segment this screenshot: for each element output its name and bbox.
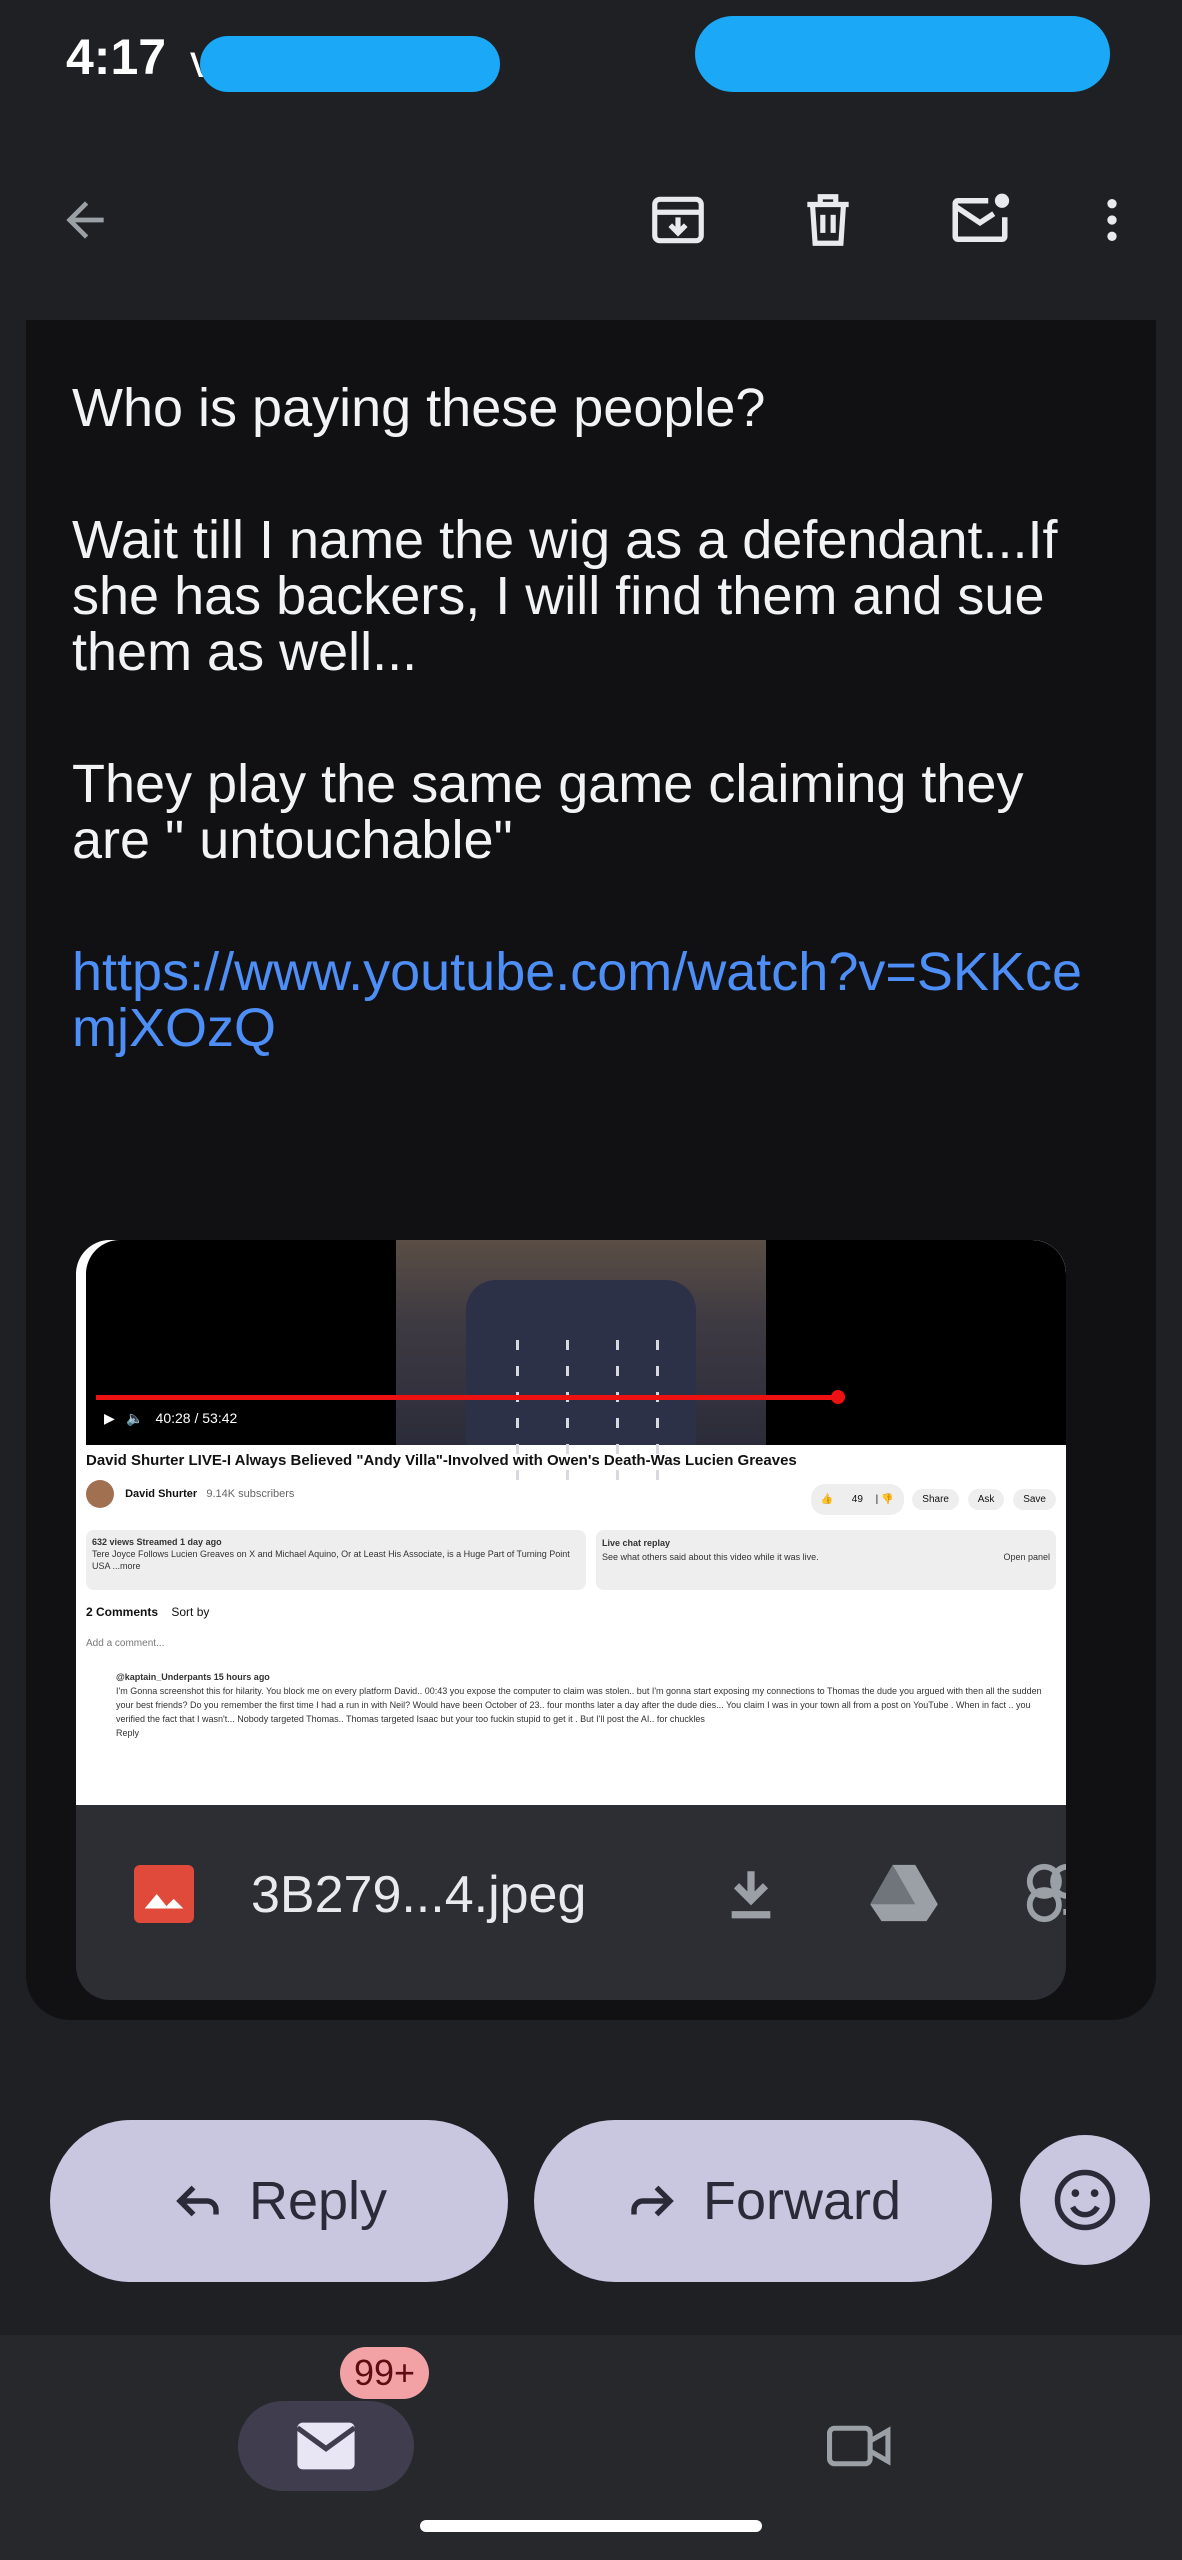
more-options-button[interactable]	[1052, 160, 1172, 280]
archive-button[interactable]	[618, 160, 738, 280]
download-button[interactable]	[711, 1853, 791, 1933]
message-paragraph: They play the same game claiming they ar…	[72, 754, 1039, 870]
youtube-link[interactable]: https://www.youtube.com/watch?v=SKKcemjX…	[72, 942, 1082, 1058]
mail-icon	[295, 2422, 357, 2470]
trash-icon	[807, 194, 849, 246]
save-to-drive-button[interactable]	[864, 1853, 944, 1933]
google-drive-icon	[870, 1864, 938, 1922]
video-camera-icon	[827, 2425, 891, 2467]
message-paragraph: Wait till I name the wig as a defendant.…	[72, 510, 1073, 682]
forward-label: Forward	[702, 2171, 902, 2231]
nav-meet-tab[interactable]	[815, 2401, 905, 2491]
arrow-back-icon	[66, 201, 104, 239]
attachment-thumbnail[interactable]: ▶ 🔈 40:28 / 53:42 David Shurter LIVE-I A…	[76, 1240, 1066, 1805]
reply-icon	[176, 2185, 219, 2217]
archive-icon	[652, 196, 704, 244]
channel-avatar	[86, 1480, 114, 1508]
home-indicator[interactable]	[420, 2520, 762, 2532]
video-frame	[396, 1240, 766, 1480]
video-title: David Shurter LIVE-I Always Believed "An…	[86, 1452, 797, 1469]
mail-unread-icon	[952, 193, 1010, 242]
reply-label: Reply	[248, 2171, 388, 2231]
add-to-photos-icon	[1026, 1863, 1066, 1923]
video-scrubber	[831, 1390, 845, 1404]
reply-button[interactable]: Reply	[50, 2120, 508, 2282]
video-progress	[96, 1395, 836, 1400]
redaction-left	[200, 36, 500, 92]
emoji-reaction-button[interactable]	[1020, 2135, 1150, 2265]
video-player: ▶ 🔈 40:28 / 53:42	[86, 1240, 1066, 1480]
comments-header: 2 Comments Sort by	[86, 1605, 210, 1619]
download-icon	[731, 1871, 771, 1919]
add-to-photos-button[interactable]	[1016, 1853, 1066, 1933]
delete-button[interactable]	[768, 160, 888, 280]
forward-button[interactable]: Forward	[534, 2120, 992, 2282]
emoji-smile-icon	[1054, 2169, 1116, 2231]
mark-unread-button[interactable]	[920, 160, 1040, 280]
more-vert-icon	[1107, 199, 1117, 241]
forward-icon	[631, 2185, 674, 2217]
nav-mail-tab[interactable]	[238, 2401, 414, 2491]
video-controls: ▶ 🔈 40:28 / 53:42	[104, 1410, 238, 1426]
add-comment: Add a comment...	[86, 1638, 165, 1649]
unread-count-badge: 99+	[340, 2347, 430, 2399]
channel-info: David Shurter 9.14K subscribers	[86, 1480, 294, 1508]
message-paragraph: Who is paying these people?	[72, 378, 766, 438]
status-bar: 4:17 v	[0, 0, 1182, 120]
message-body: Who is paying these people? Wait till I …	[72, 380, 1112, 1132]
attachment-file-name: 3B279...4.jpeg	[251, 1866, 587, 1924]
comment: @kaptain_Underpants 15 hours ago I'm Gon…	[116, 1672, 1042, 1738]
video-description: 632 views Streamed 1 day ago Tere Joyce …	[86, 1530, 586, 1590]
back-button[interactable]	[25, 160, 145, 280]
redaction-right	[695, 16, 1110, 92]
top-toolbar	[0, 160, 1182, 280]
status-time: 4:17	[66, 29, 167, 85]
image-attachment[interactable]: ▶ 🔈 40:28 / 53:42 David Shurter LIVE-I A…	[76, 1240, 1066, 2000]
live-chat-replay: Live chat replay See what others said ab…	[596, 1530, 1056, 1590]
message-card: Who is paying these people? Wait till I …	[26, 320, 1156, 2020]
image-file-icon	[134, 1865, 194, 1923]
video-actions: 👍 49 | 👎 Share Ask Save	[805, 1484, 1056, 1515]
attachment-bar: 3B279...4.jpeg	[76, 1805, 1066, 2000]
